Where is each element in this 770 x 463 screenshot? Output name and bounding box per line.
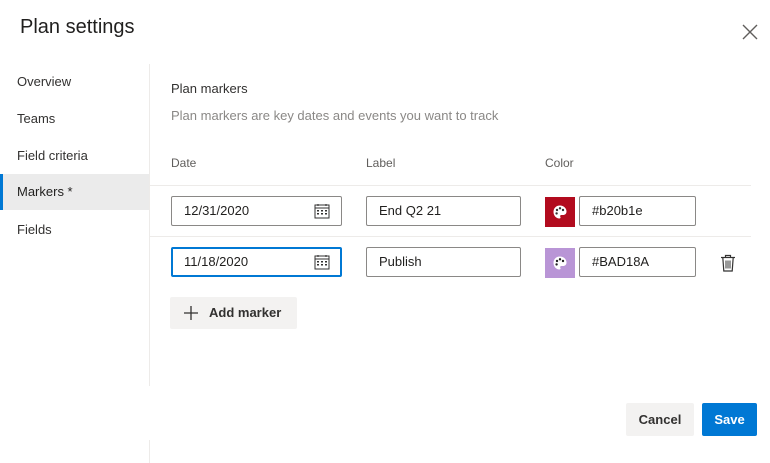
nav-item-markers[interactable]: Markers *	[0, 174, 149, 210]
color-swatch-button[interactable]	[545, 248, 575, 278]
add-marker-button[interactable]: Add marker	[170, 297, 297, 329]
nav-item-label: Overview	[17, 74, 72, 89]
add-marker-label: Add marker	[209, 305, 282, 320]
nav-item-label: Fields	[17, 222, 52, 237]
calendar-icon[interactable]	[314, 254, 330, 270]
color-hex-input[interactable]: #BAD18A	[579, 247, 696, 277]
nav-item-overview[interactable]: Overview	[0, 64, 149, 100]
marker-label-value: End Q2 21	[379, 203, 442, 218]
nav-divider	[149, 64, 150, 386]
palette-icon	[553, 205, 567, 219]
marker-label-value: Publish	[379, 254, 422, 269]
marker-date-value: 12/31/2020	[184, 203, 250, 218]
nav-item-label: Field criteria	[17, 148, 88, 163]
marker-label-input[interactable]: Publish	[366, 247, 521, 277]
palette-icon	[553, 256, 567, 270]
trash-icon[interactable]	[720, 254, 736, 272]
column-header-date: Date	[171, 156, 197, 170]
row-divider	[150, 185, 751, 186]
nav-item-teams[interactable]: Teams	[0, 101, 149, 137]
color-hex-value: #BAD18A	[592, 254, 650, 269]
save-button[interactable]: Save	[702, 403, 757, 436]
color-swatch-button[interactable]	[545, 197, 575, 227]
row-divider	[150, 236, 751, 237]
marker-label-input[interactable]: End Q2 21	[366, 196, 521, 226]
section-title: Plan markers	[171, 81, 248, 96]
settings-nav: Overview Teams Field criteria Markers * …	[0, 64, 149, 386]
column-header-color: Color	[545, 156, 574, 170]
nav-item-fields[interactable]: Fields	[0, 212, 149, 248]
column-header-label: Label	[366, 156, 396, 170]
nav-divider	[149, 440, 150, 463]
nav-item-label: Markers *	[17, 184, 73, 199]
nav-item-field-criteria[interactable]: Field criteria	[0, 138, 149, 174]
nav-item-label: Teams	[17, 111, 56, 126]
dialog-title: Plan settings	[20, 16, 135, 38]
section-description: Plan markers are key dates and events yo…	[171, 108, 499, 123]
close-icon[interactable]	[740, 22, 760, 42]
plus-icon	[184, 306, 198, 320]
color-hex-value: #b20b1e	[592, 203, 643, 218]
calendar-icon[interactable]	[314, 203, 330, 219]
cancel-button[interactable]: Cancel	[626, 403, 694, 436]
color-hex-input[interactable]: #b20b1e	[579, 196, 696, 226]
marker-date-value: 11/18/2020	[184, 254, 249, 269]
